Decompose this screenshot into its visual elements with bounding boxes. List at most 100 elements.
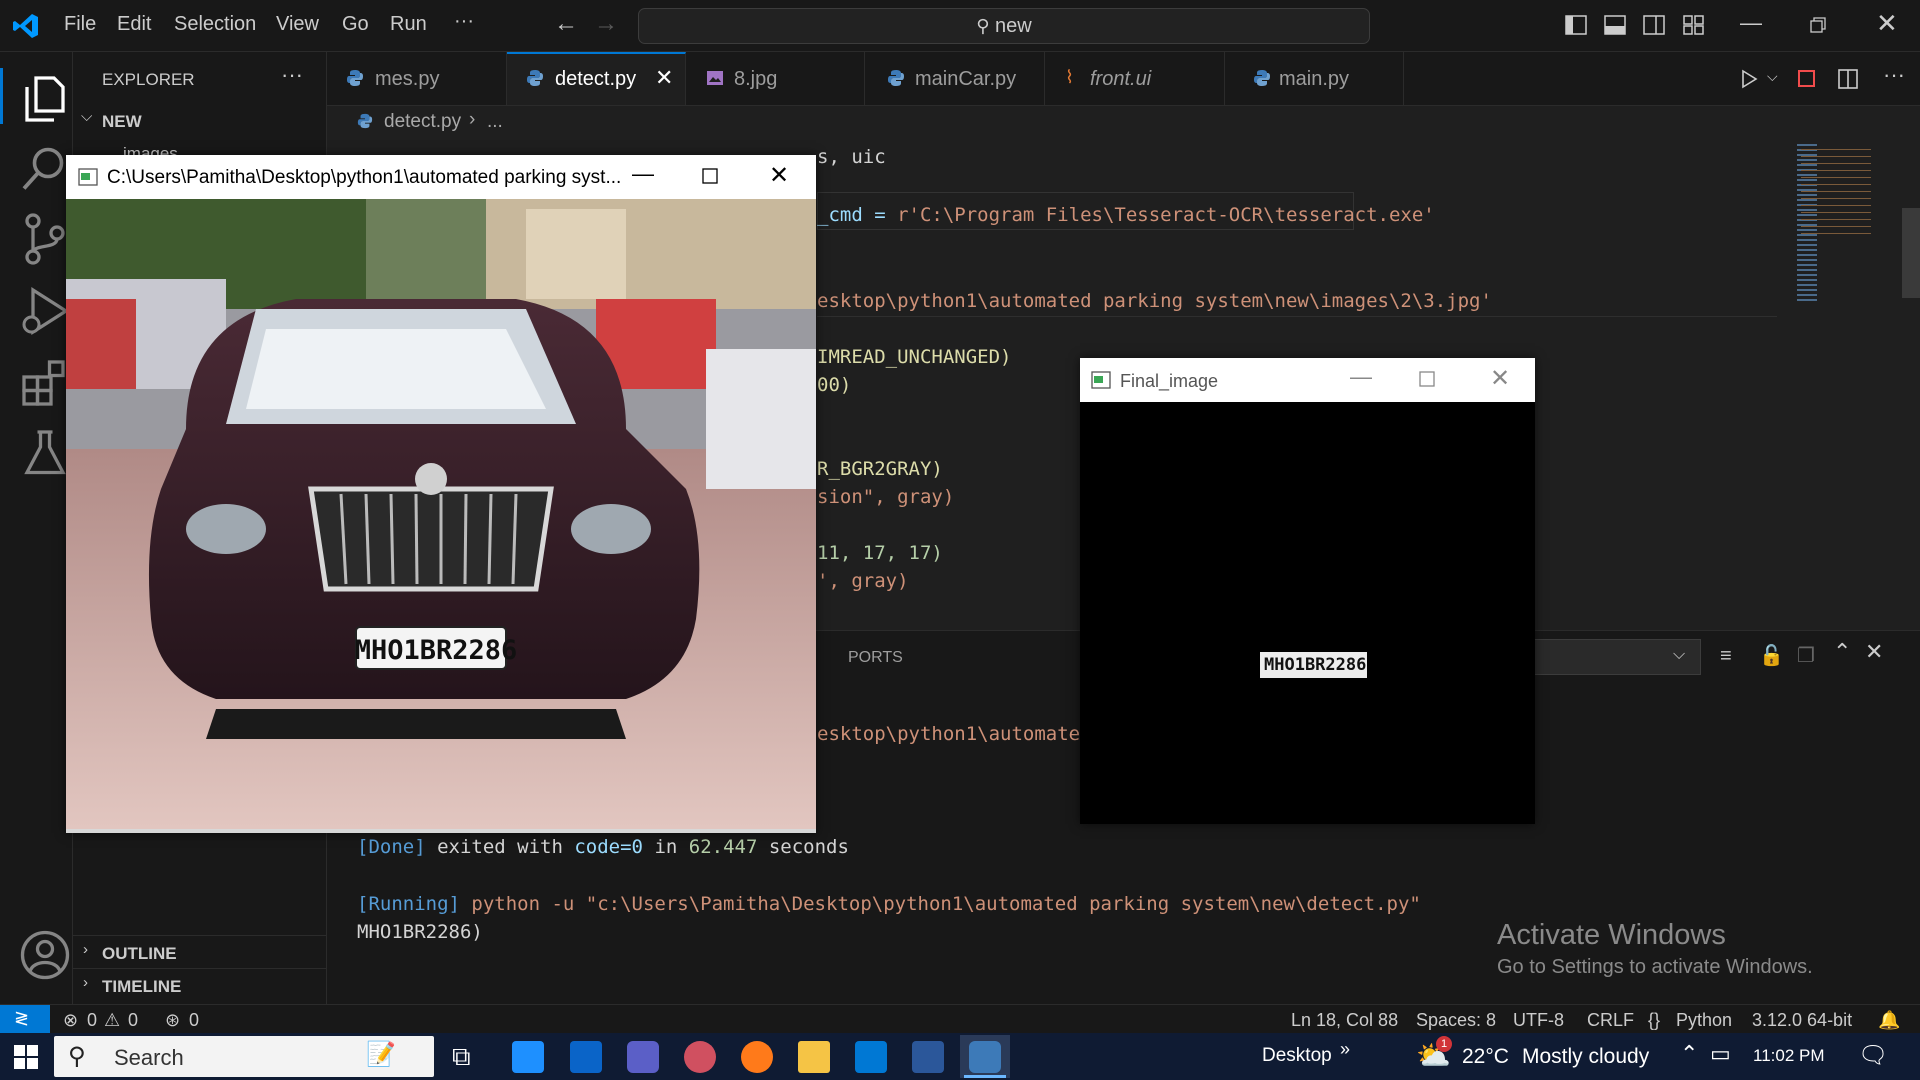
image-window-titlebar[interactable]: C:\Users\Pamitha\Desktop\python1\automat… — [66, 155, 816, 199]
cursor-position[interactable]: Ln 18, Col 88 — [1291, 1010, 1398, 1031]
python-file-icon — [888, 70, 904, 86]
notifications-bell-icon[interactable]: 🔔 — [1878, 1010, 1900, 1031]
end-of-line[interactable]: CRLF — [1587, 1010, 1634, 1031]
stop-icon[interactable] — [1797, 69, 1817, 89]
menu-go[interactable]: Go — [342, 13, 369, 36]
more-actions-icon[interactable]: ··· — [1883, 62, 1905, 88]
minimize-icon[interactable]: — — [1740, 10, 1762, 36]
ports-count[interactable]: 0 — [189, 1010, 199, 1031]
run-file-icon[interactable] — [1739, 69, 1759, 89]
final-window-titlebar[interactable]: Final_image — ✕ — [1080, 358, 1535, 402]
breadcrumb-more[interactable]: ... — [487, 111, 503, 133]
explorer-icon[interactable] — [18, 72, 72, 126]
timeline-section[interactable]: TIMELINE — [102, 977, 181, 997]
weather-condition[interactable]: Mostly cloudy — [1522, 1045, 1649, 1069]
explorer-more-icon[interactable]: ··· — [281, 62, 303, 88]
error-count[interactable]: 0 — [87, 1010, 97, 1031]
minimize-icon[interactable]: — — [632, 161, 654, 187]
menu-run[interactable]: Run — [390, 13, 427, 36]
menu-file[interactable]: File — [64, 13, 96, 36]
tab-8-jpg[interactable]: 8.jpg — [686, 52, 865, 105]
encoding[interactable]: UTF-8 — [1513, 1010, 1564, 1031]
menu-view[interactable]: View — [276, 13, 319, 36]
close-tab-icon[interactable]: ✕ — [655, 65, 673, 91]
tab-front-ui[interactable]: ⌇ front.ui — [1045, 52, 1225, 105]
notification-center-icon[interactable]: 🗨 — [1858, 1041, 1888, 1070]
battery-icon[interactable]: ▭ — [1710, 1041, 1731, 1067]
breadcrumb-file[interactable]: detect.py — [384, 111, 461, 133]
menu-edit[interactable]: Edit — [117, 13, 151, 36]
toggle-sidebar-icon[interactable] — [1565, 15, 1587, 35]
close-panel-icon[interactable]: ✕ — [1865, 639, 1883, 665]
python-file-icon — [347, 70, 363, 86]
remote-indicator[interactable]: ≷ — [0, 1005, 50, 1034]
chevron-right-icon[interactable]: › — [83, 974, 88, 991]
word-icon[interactable] — [912, 1041, 944, 1073]
command-center-search[interactable]: ⚲ new — [638, 8, 1370, 44]
outline-section[interactable]: OUTLINE — [102, 944, 177, 964]
accounts-icon[interactable] — [18, 928, 72, 982]
file-explorer-icon[interactable] — [798, 1041, 830, 1073]
language-mode[interactable]: Python — [1676, 1010, 1732, 1031]
minimize-icon[interactable]: — — [1350, 364, 1372, 390]
maximize-icon[interactable] — [702, 168, 718, 184]
extensions-icon[interactable] — [18, 356, 72, 410]
desktop-toolbar[interactable]: Desktop — [1262, 1045, 1332, 1067]
source-control-icon[interactable] — [18, 212, 72, 266]
vscode-logo-icon[interactable] — [12, 12, 40, 40]
lock-scroll-icon[interactable]: 🔓 — [1759, 643, 1784, 668]
app-icon[interactable] — [684, 1041, 716, 1073]
image-window-title: C:\Users\Pamitha\Desktop\python1\automat… — [107, 167, 622, 188]
restore-icon[interactable] — [1810, 17, 1826, 33]
forward-arrow-icon[interactable]: → — [594, 10, 618, 38]
testing-icon[interactable] — [18, 426, 72, 480]
toggle-secondary-sidebar-icon[interactable] — [1643, 15, 1665, 35]
editor-scrollbar[interactable] — [1902, 208, 1920, 298]
temperature[interactable]: 22°C — [1462, 1045, 1509, 1069]
line-separator — [817, 316, 1777, 317]
toolbar-expand-icon[interactable]: » — [1340, 1039, 1350, 1060]
split-editor-icon[interactable] — [1837, 68, 1859, 90]
chevron-down-icon[interactable]: ⌵ — [1767, 68, 1778, 85]
chevron-down-icon[interactable]: ⌵ — [81, 108, 92, 125]
run-debug-icon[interactable] — [18, 284, 72, 338]
minimap[interactable] — [1787, 136, 1897, 630]
tab-detect-py[interactable]: detect.py ✕ — [507, 52, 686, 105]
indentation[interactable]: Spaces: 8 — [1416, 1010, 1496, 1031]
menu-more[interactable]: ··· — [454, 10, 474, 33]
back-arrow-icon[interactable]: ← — [554, 10, 578, 38]
maximize-icon[interactable] — [1419, 371, 1435, 387]
windows-start-icon[interactable] — [14, 1045, 38, 1069]
python-taskbar-item[interactable] — [960, 1035, 1010, 1078]
warning-count[interactable]: 0 — [128, 1010, 138, 1031]
clock[interactable]: 11:02 PM — [1753, 1046, 1825, 1066]
open-output-editor-icon[interactable]: ❐ — [1797, 643, 1815, 668]
close-window-icon[interactable]: ✕ — [1876, 8, 1898, 39]
teams-icon[interactable] — [627, 1041, 659, 1073]
mail-icon[interactable] — [570, 1041, 602, 1073]
tab-ports[interactable]: PORTS — [848, 649, 903, 667]
chevron-right-icon[interactable]: › — [83, 941, 88, 958]
output-channel-select[interactable]: ⌵ — [1532, 639, 1701, 675]
microsoft-store-icon[interactable] — [512, 1041, 544, 1073]
toggle-panel-icon[interactable] — [1604, 15, 1626, 35]
python-interpreter[interactable]: 3.12.0 64-bit — [1752, 1010, 1852, 1031]
close-window-icon[interactable]: ✕ — [769, 161, 789, 190]
tab-maincar-py[interactable]: mainCar.py — [865, 52, 1045, 105]
menu-selection[interactable]: Selection — [174, 13, 256, 36]
task-view-icon[interactable]: ⧉ — [452, 1041, 471, 1073]
tab-main-py[interactable]: main.py — [1225, 52, 1404, 105]
tab-label: mainCar.py — [915, 68, 1017, 90]
show-hidden-icons-icon[interactable]: ⌃ — [1680, 1041, 1698, 1067]
tab-mes-py[interactable]: mes.py — [327, 52, 507, 105]
close-window-icon[interactable]: ✕ — [1490, 364, 1510, 393]
search-icon[interactable] — [18, 142, 72, 196]
clear-output-icon[interactable]: ≡ — [1720, 645, 1732, 668]
taskbar-search-box[interactable]: ⚲ Search 📝 — [54, 1036, 434, 1077]
code-line: 00) — [817, 374, 852, 396]
vscode-taskbar-icon[interactable] — [855, 1041, 887, 1073]
maximize-panel-icon[interactable]: ⌃ — [1833, 639, 1851, 665]
firefox-icon[interactable] — [741, 1041, 773, 1073]
folder-new[interactable]: NEW — [102, 112, 142, 132]
customize-layout-icon[interactable] — [1683, 15, 1705, 35]
